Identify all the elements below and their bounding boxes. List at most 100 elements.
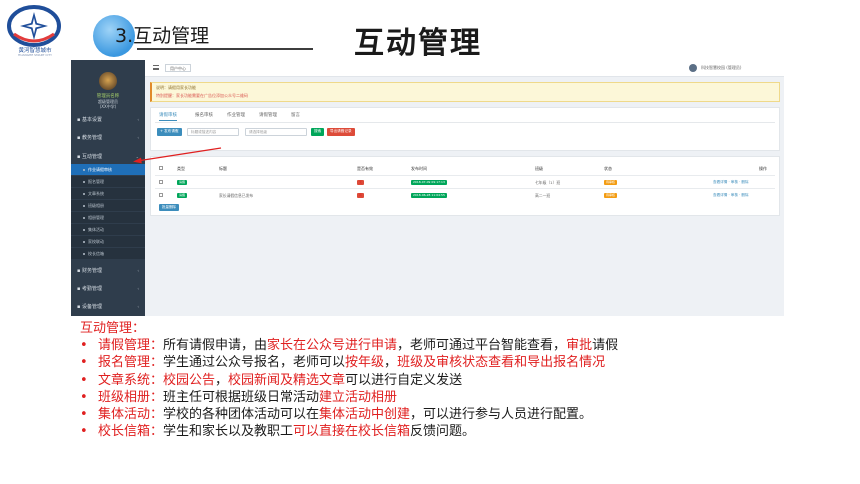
row-checkbox[interactable] <box>159 193 163 197</box>
sidebar-item-finance[interactable]: ▪ 财务管理 ‹ <box>71 264 145 278</box>
dot-icon <box>83 229 85 231</box>
tab-signup-review[interactable]: 报名审核 <box>195 112 213 118</box>
column-header: 状态 <box>604 166 612 171</box>
sidebar-item-label: 教务管理 <box>81 135 102 141</box>
bulk-delete-button[interactable]: 批量删除 <box>159 204 179 211</box>
sidebar-subitem-activity[interactable]: 集体活动 <box>71 224 145 235</box>
dot-icon <box>83 205 85 207</box>
sidebar-subitem-articles[interactable]: 文章系统 <box>71 188 145 199</box>
description-text: ，可以进行参与人员进行配置。 <box>410 407 593 423</box>
data-table: 类型 标题 是否有效 发布时间 班级 状态 操作 请假 无 2018-07-09… <box>150 156 780 216</box>
chevron-icon: ‹ <box>137 268 139 273</box>
add-leave-button[interactable]: + 发布请假 <box>157 128 182 136</box>
table-divider <box>155 188 775 189</box>
sidebar-subitem-label: 校长信箱 <box>88 251 104 256</box>
chevron-icon: ‹ <box>137 135 139 140</box>
description-item: • 校长信箱：学生和家长以及教职工可以直接在校长信箱反馈问题。 <box>80 423 840 440</box>
description-text: ， <box>215 372 229 388</box>
bullet-icon: • <box>80 407 88 423</box>
column-header: 发布时间 <box>411 166 427 171</box>
filter-panel: 请假审核 报名审核 作业管理 请假管理 留言 + 发布请假 标题或描述内容 请选… <box>150 107 780 151</box>
select-all-checkbox[interactable] <box>159 166 163 170</box>
sidebar-user-school: (XX中学) <box>99 104 117 109</box>
chevron-icon: ‹ <box>137 117 139 122</box>
description-item: • 文章系统：校园公告，校园新闻及精选文章可以进行自定义发送 <box>80 372 840 389</box>
dot-icon <box>83 193 85 195</box>
description-text: 按年级 <box>345 355 385 371</box>
sidebar-item-interaction[interactable]: ▪ 互动管理 ⌄ <box>71 150 145 164</box>
chevron-icon: ‹ <box>137 304 139 309</box>
sidebar-item-basic[interactable]: ▪ 基本设置 ‹ <box>71 113 145 127</box>
sidebar-item-devices[interactable]: ▪ 设备管理 ‹ <box>71 300 145 314</box>
sidebar-subitem-home-school[interactable]: 家校联动 <box>71 236 145 247</box>
tab-homework[interactable]: 作业管理 <box>227 112 245 118</box>
admin-screenshot: 管理员名称 超级管理员 (XX中学) ▪ 基本设置 ‹ ▪ 教务管理 ‹ ▪ 互动管… <box>71 60 784 316</box>
row-class: 高二一班 <box>535 193 551 198</box>
slide: 黄河智慧城市 HUANGHE SMART CITY 3.互动管理 互动管理 管理… <box>0 0 860 484</box>
tab-leave-manage[interactable]: 请假管理 <box>259 112 277 118</box>
valid-badge: 无 <box>357 180 365 185</box>
search-input[interactable]: 标题或描述内容 <box>187 128 239 136</box>
user-menu[interactable]: 科技智慧校园 (管理员) <box>701 65 741 71</box>
user-avatar[interactable] <box>689 64 697 72</box>
bullet-icon: • <box>80 355 88 371</box>
chevron-icon: ⌄ <box>135 154 139 159</box>
section-label: 3.互动管理 <box>115 25 210 47</box>
description-text: 学生通过公众号报名，老师可以 <box>163 355 346 371</box>
avatar[interactable] <box>99 72 117 90</box>
description-text: 请假 <box>592 338 619 354</box>
tab-user-center[interactable]: 用户中心 <box>165 64 191 72</box>
page-title: 互动管理 <box>354 26 482 61</box>
sidebar-subitem-album[interactable]: 班级相册 <box>71 200 145 211</box>
tab-divider <box>155 122 775 123</box>
sidebar-subitem-mailbox[interactable]: 校长信箱 <box>71 248 145 259</box>
sidebar-subitem-label: 相册管理 <box>88 215 104 220</box>
time-badge: 2018-07-09 09:17:13 <box>411 180 447 185</box>
column-header: 标题 <box>219 166 227 171</box>
row-checkbox[interactable] <box>159 180 163 184</box>
sidebar-item-label: 设备管理 <box>81 304 102 310</box>
tab-leave-review[interactable]: 请假审核 <box>159 112 177 121</box>
logo-subtitle: HUANGHE SMART CITY <box>17 53 53 57</box>
row-class: 七年级（1）班 <box>535 180 561 185</box>
type-badge: 请假 <box>177 180 188 185</box>
notice-line-2: 特别提醒：家长功能需要在广告位添加公众号二维码 <box>156 93 248 98</box>
sidebar-subitem-album-manage[interactable]: 相册管理 <box>71 212 145 223</box>
export-button[interactable]: 导出请假记录 <box>327 128 355 136</box>
dot-icon <box>83 241 85 243</box>
bullet-icon: • <box>80 338 88 354</box>
description-text: 审批 <box>566 338 593 354</box>
description-text: ， <box>384 355 398 371</box>
description-text: 班级及审核状态查看和导出报名情况 <box>397 355 606 371</box>
sidebar-item-attendance[interactable]: ▪ 考勤管理 ‹ <box>71 282 145 296</box>
table-divider <box>155 175 775 176</box>
menu-icon[interactable] <box>153 65 159 70</box>
sidebar-subitem-label: 报名管理 <box>88 179 104 184</box>
sidebar-subitem-leave[interactable]: 作业请假审核 <box>71 164 145 175</box>
description-item: • 报名管理：学生通过公众号报名，老师可以按年级，班级及审核状态查看和导出报名情况 <box>80 354 840 371</box>
sidebar-subitem-label: 文章系统 <box>88 191 104 196</box>
description-text: 反馈问题。 <box>410 424 476 440</box>
sidebar-item-academic[interactable]: ▪ 教务管理 ‹ <box>71 131 145 145</box>
description-item: • 班级相册：班主任可根据班级日常活动建立活动相册 <box>80 389 840 406</box>
description-text: 班级相册： <box>98 389 164 405</box>
description-text: 班主任可根据班级日常活动 <box>163 389 320 405</box>
logo-emblem-icon <box>7 5 61 47</box>
sidebar-subitem-signup[interactable]: 报名管理 <box>71 176 145 187</box>
row-actions[interactable]: 查看详情 · 审核 · 删除 <box>713 193 749 198</box>
row-title[interactable]: 家长请假信息已发布 <box>219 193 253 199</box>
sidebar-item-label: 财务管理 <box>81 268 102 274</box>
class-select[interactable]: 请选择班级 <box>245 128 307 136</box>
dot-icon <box>83 169 85 171</box>
description-text: 报名管理： <box>98 355 164 371</box>
tab-messages[interactable]: 留言 <box>291 112 300 118</box>
dot-icon <box>83 217 85 219</box>
column-header: 操作 <box>759 166 767 171</box>
search-button[interactable]: 搜索 <box>311 128 325 136</box>
description-item: • 集体活动：学校的各种团体活动可以在集体活动中创建，可以进行参与人员进行配置。 <box>80 406 840 423</box>
description-text: 校园新闻及精选文章 <box>228 372 346 388</box>
row-actions[interactable]: 查看详情 · 审核 · 删除 <box>713 180 749 185</box>
description: 互动管理： • 请假管理：所有请假申请，由家长在公众号进行申请，老师可通过平台智能… <box>80 320 840 440</box>
description-text: 建立活动相册 <box>319 389 398 405</box>
sidebar-item-label: 考勤管理 <box>81 286 102 292</box>
